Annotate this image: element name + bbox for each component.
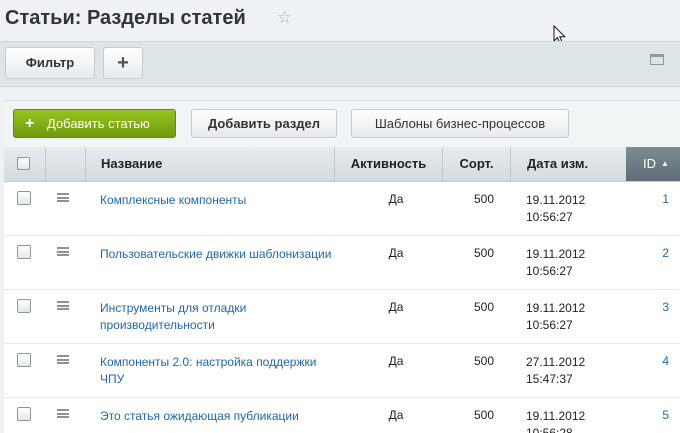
column-header-active[interactable]: Активность [334,147,442,181]
column-actions [45,147,85,181]
star-outline-icon[interactable]: ☆ [277,5,292,31]
hamburger-menu-icon[interactable] [57,193,69,202]
table-row: Это статья ожидающая публикации Да 500 1… [4,398,680,433]
filter-button[interactable]: Фильтр [5,47,95,79]
article-name-link[interactable]: Компоненты 2.0: настройка поддержки ЧПУ [100,354,340,388]
article-name-link[interactable]: Пользовательские движки шаблонизации [100,246,340,263]
sort-ascending-icon: ▲ [661,159,669,168]
article-name-link[interactable]: Это статья ожидающая публикации [100,408,340,425]
column-header-name[interactable]: Название [85,147,334,181]
row-checkbox[interactable] [17,407,31,421]
articles-panel: + Добавить статью Добавить раздел Шаблон… [4,100,680,433]
active-value: Да [388,408,404,422]
hamburger-menu-icon[interactable] [57,409,69,418]
hamburger-menu-icon[interactable] [57,247,69,256]
sort-value: 500 [473,408,494,422]
hamburger-menu-icon[interactable] [57,301,69,310]
sort-value: 500 [473,246,494,260]
title-bar: Статьи: Разделы статей ☆ [0,0,680,45]
plus-icon: + [25,115,35,132]
article-name-link[interactable]: Инструменты для отладки производительнос… [100,300,340,334]
table-row: Комплексные компоненты Да 500 19.11.2012… [4,182,680,236]
active-value: Да [388,192,404,206]
table-body: Комплексные компоненты Да 500 19.11.2012… [4,182,680,433]
sort-value: 500 [473,192,494,206]
row-checkbox[interactable] [17,299,31,313]
table-row: Компоненты 2.0: настройка поддержки ЧПУ … [4,344,680,398]
column-header-sort[interactable]: Сорт. [442,147,510,181]
row-checkbox[interactable] [17,353,31,367]
column-header-id[interactable]: ID ▲ [626,147,680,181]
article-name-link[interactable]: Комплексные компоненты [100,192,340,209]
business-process-templates-button[interactable]: Шаблоны бизнес-процессов [351,109,569,138]
add-section-button[interactable]: Добавить раздел [191,109,337,138]
modified-date: 27.11.2012 15:47:37 [526,355,586,386]
add-article-button[interactable]: + Добавить статью [13,109,176,138]
action-toolbar: + Добавить статью Добавить раздел Шаблон… [4,101,680,147]
sort-value: 500 [473,300,494,314]
id-link[interactable]: 4 [626,354,669,368]
id-link[interactable]: 1 [626,192,669,206]
select-all-checkbox[interactable] [17,157,30,170]
filter-bar: Фильтр + [0,41,680,87]
add-article-label: Добавить статью [47,116,150,131]
sort-value: 500 [473,354,494,368]
modified-date: 19.11.2012 10:56:27 [526,301,586,332]
window-toggle-icon[interactable] [650,54,664,65]
add-filter-button[interactable]: + [103,47,143,79]
table-row: Инструменты для отладки производительнос… [4,290,680,344]
table-row: Пользовательские движки шаблонизации Да … [4,236,680,290]
active-value: Да [388,300,404,314]
row-checkbox[interactable] [17,245,31,259]
active-value: Да [388,246,404,260]
hamburger-menu-icon[interactable] [57,355,69,364]
modified-date: 19.11.2012 10:56:28 [526,409,586,433]
modified-date: 19.11.2012 10:56:27 [526,193,586,224]
id-link[interactable]: 5 [626,408,669,422]
row-checkbox[interactable] [17,191,31,205]
active-value: Да [388,354,404,368]
column-select-all [4,147,45,181]
column-header-id-label: ID [643,156,656,171]
page-title: Статьи: Разделы статей [5,7,246,29]
id-link[interactable]: 3 [626,300,669,314]
column-header-date[interactable]: Дата изм. [510,147,626,181]
modified-date: 19.11.2012 10:56:27 [526,247,586,278]
id-link[interactable]: 2 [626,246,669,260]
table-header: Название Активность Сорт. Дата изм. ID ▲ [4,147,680,182]
